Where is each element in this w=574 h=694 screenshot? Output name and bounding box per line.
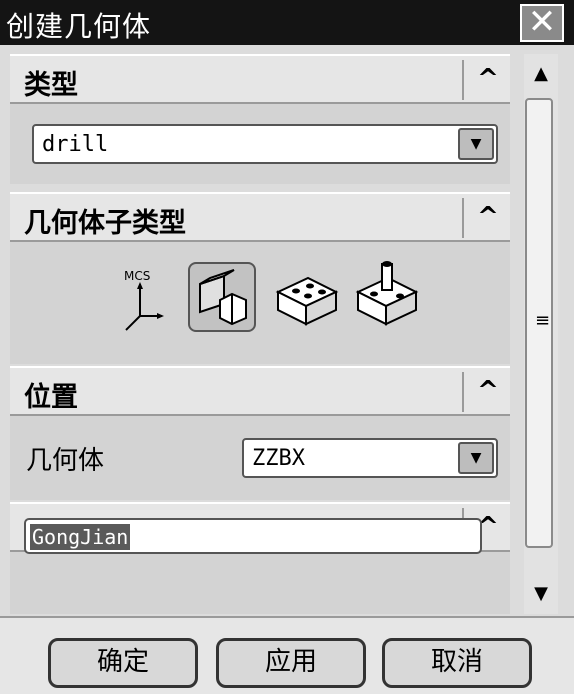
create-geometry-dialog: 创建几何体 ✕ 类型 ^ drill ▼ 几何体子类型 ^ MCS 位置 ^ 几… (0, 0, 574, 694)
mcs-axis-icon[interactable]: MCS (114, 266, 170, 336)
cancel-button[interactable]: 取消 (382, 638, 532, 688)
header-divider (462, 198, 464, 238)
section-header-type[interactable]: 类型 ^ (10, 54, 510, 104)
apply-button[interactable]: 应用 (216, 638, 366, 688)
section-title-subtype: 几何体子类型 (24, 208, 186, 239)
geometry-combo-value: ZZBX (252, 446, 305, 471)
geometry-field-label: 几何体 (26, 446, 105, 476)
workpiece-icon[interactable] (188, 262, 256, 332)
header-divider (462, 60, 464, 100)
dialog-title: 创建几何体 (6, 10, 152, 43)
collapse-icon[interactable]: ^ (468, 195, 508, 239)
vertical-scrollbar[interactable]: ▲ ≡ ▼ (524, 54, 558, 614)
section-title-type: 类型 (24, 70, 78, 101)
header-divider (462, 372, 464, 412)
collapse-icon[interactable]: ^ (468, 57, 508, 101)
type-combo-value: drill (42, 132, 109, 157)
grip-icon: ≡ (535, 310, 551, 331)
section-body-name (10, 552, 510, 614)
scroll-down-icon[interactable]: ▼ (524, 574, 558, 614)
section-body-location: 几何体 ZZBX ▼ (10, 416, 510, 500)
section-header-subtype[interactable]: 几何体子类型 ^ (10, 192, 510, 242)
close-icon[interactable]: ✕ (528, 2, 557, 42)
mcs-label: MCS (124, 269, 150, 283)
type-combo[interactable]: drill ▼ (32, 124, 498, 164)
collapse-icon[interactable]: ^ (468, 369, 508, 413)
section-title-location: 位置 (24, 382, 78, 413)
name-input-value: GongJian (30, 524, 131, 550)
chevron-down-icon[interactable]: ▼ (458, 128, 494, 160)
dialog-footer: 确定 应用 取消 (0, 616, 574, 694)
section-body-subtype: MCS (10, 242, 510, 364)
chevron-down-icon[interactable]: ▼ (458, 442, 494, 474)
title-bar: 创建几何体 ✕ (0, 0, 574, 45)
scroll-thumb[interactable]: ≡ (525, 98, 553, 548)
ok-button[interactable]: 确定 (48, 638, 198, 688)
geometry-combo[interactable]: ZZBX ▼ (242, 438, 498, 478)
scroll-up-icon[interactable]: ▲ (524, 54, 558, 94)
name-input[interactable]: GongJian (24, 518, 482, 554)
section-header-location[interactable]: 位置 ^ (10, 366, 510, 416)
close-button[interactable]: ✕ (520, 4, 564, 42)
hole-boss-part-icon[interactable] (272, 270, 342, 330)
boss-part-icon[interactable] (352, 256, 422, 330)
section-body-type: drill ▼ (10, 104, 510, 184)
